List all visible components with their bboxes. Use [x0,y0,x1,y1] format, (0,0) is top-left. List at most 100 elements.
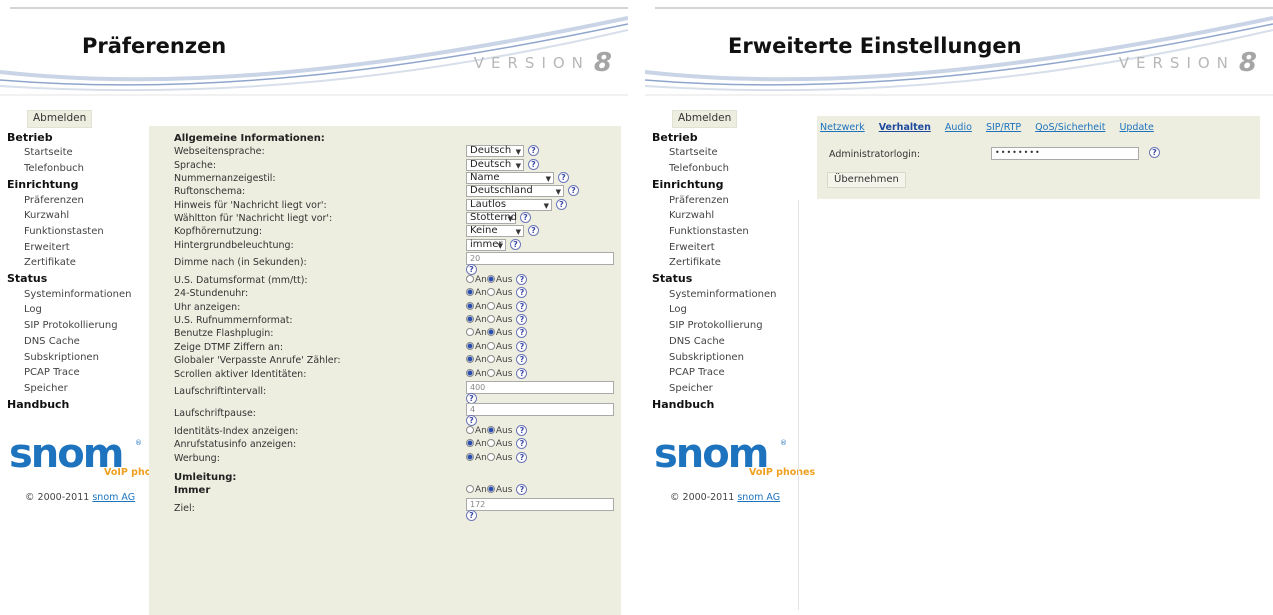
dropdown-select[interactable]: Deutsch ▼ [466,158,524,171]
radio-off[interactable] [486,355,495,364]
help-icon[interactable]: ? [516,424,528,436]
sidebar-item-systeminformationen[interactable]: Systeminformationen [652,287,794,303]
sidebar-item-funktionstasten[interactable]: Funktionstasten [652,224,794,240]
help-icon[interactable]: ? [528,158,539,170]
radio-on[interactable] [466,341,474,350]
help-icon[interactable]: ? [516,451,528,463]
target-input[interactable]: 172 [466,497,614,511]
help-icon[interactable]: ? [466,509,477,521]
radio-on[interactable] [466,328,474,337]
dropdown-select[interactable]: Keine ▼ [466,225,524,238]
help-icon[interactable]: ? [516,314,528,326]
logout-button[interactable]: Abmelden [672,110,738,128]
help-icon[interactable]: ? [516,484,528,496]
sidebar-item-dns-cache[interactable]: DNS Cache [7,334,149,350]
sidebar-section-handbuch[interactable]: Handbuch [7,397,149,413]
help-icon[interactable]: ? [516,367,528,379]
help-icon[interactable]: ? [558,172,569,184]
radio-off[interactable] [486,301,495,310]
dropdown-select[interactable]: Name ▼ [466,172,554,185]
sidebar-item-startseite[interactable]: Startseite [7,145,149,161]
help-icon[interactable]: ? [520,212,531,224]
sidebar-item-praeferenzen[interactable]: Präferenzen [652,193,794,209]
sidebar-item-subskriptionen[interactable]: Subskriptionen [7,350,149,366]
sidebar-item-startseite[interactable]: Startseite [652,145,794,161]
tab-verhalten[interactable]: Verhalten [879,122,931,133]
radio-off[interactable] [486,425,495,434]
sidebar-item-telefonbuch[interactable]: Telefonbuch [7,161,149,177]
radio-off[interactable] [486,288,495,297]
dropdown-select[interactable]: Stotternd ▼ [466,212,517,225]
sidebar-item-subskriptionen[interactable]: Subskriptionen [652,350,794,366]
sidebar-item-telefonbuch[interactable]: Telefonbuch [652,161,794,177]
snom-link[interactable]: snom AG [737,492,780,503]
sidebar-item-sip-protokollierung[interactable]: SIP Protokollierung [652,318,794,334]
radio-off[interactable] [486,368,495,377]
text-input[interactable]: 20 [466,252,614,266]
apply-button[interactable]: Übernehmen [827,172,906,188]
text-input[interactable]: 400 [466,380,614,394]
tab-audio[interactable]: Audio [945,122,972,133]
sidebar-item-sip-protokollierung[interactable]: SIP Protokollierung [7,318,149,334]
radio-on[interactable] [466,485,474,494]
radio-on[interactable] [466,439,474,448]
radio-off[interactable] [486,328,495,337]
radio-off[interactable] [486,452,495,461]
sidebar-item-pcap-trace[interactable]: PCAP Trace [7,365,149,381]
text-input[interactable]: 4 [466,402,614,416]
sidebar-item-kurzwahl[interactable]: Kurzwahl [7,208,149,224]
radio-on[interactable] [466,452,474,461]
logout-button[interactable]: Abmelden [27,110,93,128]
dropdown-select[interactable]: Deutschland ▼ [466,185,564,198]
sidebar-item-systeminformationen[interactable]: Systeminformationen [7,287,149,303]
radio-on[interactable] [466,315,474,324]
tab-sip-rtp[interactable]: SIP/RTP [986,122,1021,133]
sidebar-item-zertifikate[interactable]: Zertifikate [7,255,149,271]
help-icon[interactable]: ? [556,198,567,210]
help-icon[interactable]: ? [516,327,528,339]
help-icon[interactable]: ? [568,185,579,197]
sidebar-item-dns-cache[interactable]: DNS Cache [652,334,794,350]
help-icon[interactable]: ? [528,145,539,157]
help-icon[interactable]: ? [528,225,539,237]
dropdown-select[interactable]: immer ▼ [466,238,506,251]
sidebar-section-handbuch[interactable]: Handbuch [652,397,794,413]
snom-link[interactable]: snom AG [92,492,135,503]
radio-off[interactable] [486,439,495,448]
radio-on[interactable] [466,368,474,377]
dropdown-select[interactable]: Lautlos ▼ [466,198,552,211]
sidebar-item-funktionstasten[interactable]: Funktionstasten [7,224,149,240]
radio-on[interactable] [466,301,474,310]
tab-netzwerk[interactable]: Netzwerk [820,122,865,133]
radio-off[interactable] [486,315,495,324]
help-icon[interactable]: ? [516,340,528,352]
sidebar-item-log[interactable]: Log [7,302,149,318]
dropdown-select[interactable]: Deutsch ▼ [466,145,524,158]
sidebar-item-praeferenzen[interactable]: Präferenzen [7,193,149,209]
radio-on[interactable] [466,288,474,297]
radio-on[interactable] [466,425,474,434]
sidebar-item-erweitert[interactable]: Erweitert [7,240,149,256]
sidebar-item-erweitert[interactable]: Erweitert [652,240,794,256]
admin-login-input[interactable]: •••••••• [991,147,1139,160]
help-icon[interactable]: ? [516,287,528,299]
sidebar-item-speicher[interactable]: Speicher [652,381,794,397]
sidebar-item-pcap-trace[interactable]: PCAP Trace [652,365,794,381]
radio-on[interactable] [466,275,474,284]
sidebar-item-zertifikate[interactable]: Zertifikate [652,255,794,271]
help-icon[interactable]: ? [1149,147,1160,158]
help-icon[interactable]: ? [516,354,528,366]
sidebar-item-speicher[interactable]: Speicher [7,381,149,397]
radio-off[interactable] [486,485,495,494]
tab-qos-sicherheit[interactable]: QoS/Sicherheit [1035,122,1105,133]
radio-off[interactable] [486,341,495,350]
sidebar-item-log[interactable]: Log [652,302,794,318]
help-icon[interactable]: ? [516,300,528,312]
tab-update[interactable]: Update [1119,122,1153,133]
sidebar-item-kurzwahl[interactable]: Kurzwahl [652,208,794,224]
radio-off[interactable] [486,275,495,284]
help-icon[interactable]: ? [510,238,521,250]
help-icon[interactable]: ? [516,438,528,450]
radio-on[interactable] [466,355,474,364]
help-icon[interactable]: ? [516,274,528,286]
